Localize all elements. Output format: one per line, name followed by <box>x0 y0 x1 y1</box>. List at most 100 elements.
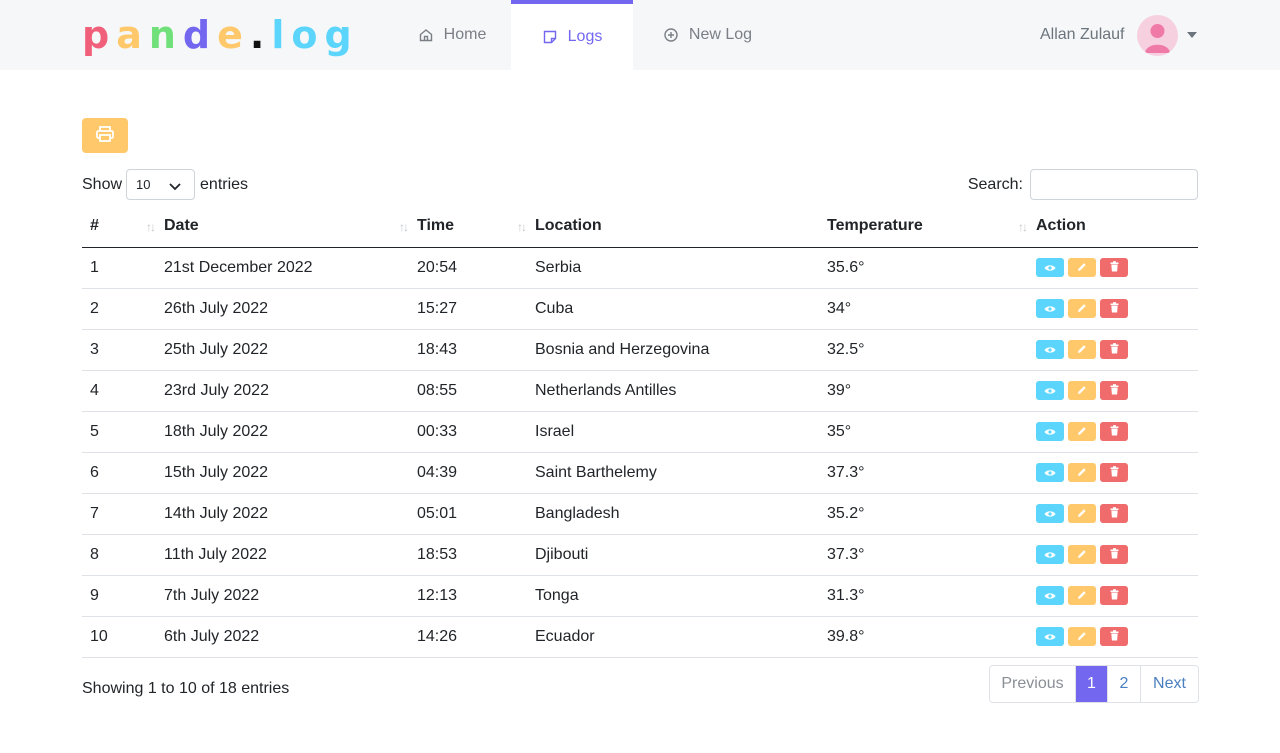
user-menu[interactable]: Allan Zulauf <box>1040 14 1197 56</box>
view-button[interactable] <box>1036 422 1064 441</box>
edit-button[interactable] <box>1068 258 1096 277</box>
table-row: 8 11th July 2022 18:53 Djibouti 37.3° <box>82 534 1198 576</box>
avatar[interactable] <box>1136 14 1178 56</box>
eye-icon <box>1044 465 1056 480</box>
nav-home[interactable]: Home <box>392 0 512 70</box>
pagination-page-1[interactable]: 1 <box>1075 666 1107 702</box>
logo-letter: n <box>148 13 183 57</box>
trash-icon <box>1110 342 1119 357</box>
delete-button[interactable] <box>1100 422 1128 441</box>
table-row: 5 18th July 2022 00:33 Israel 35° <box>82 411 1198 453</box>
delete-button[interactable] <box>1100 627 1128 646</box>
print-button[interactable] <box>82 118 128 153</box>
cell-location: Ecuador <box>535 616 827 658</box>
table-row: 10 6th July 2022 14:26 Ecuador 39.8° <box>82 616 1198 658</box>
cell-temperature: 34° <box>827 288 1036 330</box>
user-name: Allan Zulauf <box>1040 26 1125 43</box>
cell-number: 2 <box>82 288 164 330</box>
search-input[interactable] <box>1030 169 1198 200</box>
table-info: Showing 1 to 10 of 18 entries <box>82 680 290 697</box>
entries-select-value: 10 <box>136 177 151 192</box>
view-button[interactable] <box>1036 299 1064 318</box>
view-button[interactable] <box>1036 258 1064 277</box>
sort-icon[interactable]: ↑↓ <box>146 220 156 234</box>
pagination-next[interactable]: Next <box>1140 666 1198 702</box>
cell-location: Israel <box>535 411 827 453</box>
delete-button[interactable] <box>1100 381 1128 400</box>
cell-location: Serbia <box>535 247 827 289</box>
column-header-number[interactable]: # ↑↓ <box>82 206 164 248</box>
table-row: 2 26th July 2022 15:27 Cuba 34° <box>82 288 1198 330</box>
logs-table: # ↑↓ Date ↑↓ Time ↑↓ Location Temperature ↑↓… <box>82 206 1198 658</box>
table-row: 3 25th July 2022 18:43 Bosnia and Herzegovi… <box>82 329 1198 371</box>
edit-button[interactable] <box>1068 299 1096 318</box>
cell-date: 18th July 2022 <box>164 411 417 453</box>
cell-date: 6th July 2022 <box>164 616 417 658</box>
cell-temperature: 37.3° <box>827 452 1036 494</box>
delete-button[interactable] <box>1100 545 1128 564</box>
pencil-icon <box>1077 301 1087 316</box>
table-header-row: # ↑↓ Date ↑↓ Time ↑↓ Location Temperature ↑↓… <box>82 206 1198 248</box>
eye-icon <box>1044 342 1056 357</box>
cell-date: 7th July 2022 <box>164 575 417 617</box>
edit-button[interactable] <box>1068 504 1096 523</box>
view-button[interactable] <box>1036 381 1064 400</box>
column-header-time[interactable]: Time ↑↓ <box>417 206 535 248</box>
cell-actions <box>1036 247 1198 289</box>
pencil-icon <box>1077 342 1087 357</box>
logo-letter: l <box>271 13 292 57</box>
pencil-icon <box>1077 588 1087 603</box>
pencil-icon <box>1077 260 1087 275</box>
delete-button[interactable] <box>1100 463 1128 482</box>
view-button[interactable] <box>1036 340 1064 359</box>
brand-logo[interactable]: pande.log <box>82 14 359 56</box>
cell-location: Tonga <box>535 575 827 617</box>
sort-icon[interactable]: ↑↓ <box>517 220 527 234</box>
edit-button[interactable] <box>1068 422 1096 441</box>
entries-select[interactable]: 10 <box>126 169 196 200</box>
pagination-previous[interactable]: Previous <box>990 666 1075 702</box>
edit-button[interactable] <box>1068 586 1096 605</box>
pagination-page-2[interactable]: 2 <box>1107 666 1140 702</box>
view-button[interactable] <box>1036 545 1064 564</box>
cell-actions <box>1036 288 1198 330</box>
cell-date: 25th July 2022 <box>164 329 417 371</box>
edit-button[interactable] <box>1068 545 1096 564</box>
delete-button[interactable] <box>1100 586 1128 605</box>
cell-time: 18:43 <box>417 329 535 371</box>
view-button[interactable] <box>1036 627 1064 646</box>
edit-button[interactable] <box>1068 381 1096 400</box>
eye-icon <box>1044 260 1056 275</box>
edit-button[interactable] <box>1068 627 1096 646</box>
sort-icon[interactable]: ↑↓ <box>399 220 409 234</box>
top-navbar: pande.log Home Logs New Log Allan Zulauf <box>0 0 1280 70</box>
view-button[interactable] <box>1036 463 1064 482</box>
trash-icon <box>1110 588 1119 603</box>
sort-icon[interactable]: ↑↓ <box>1018 220 1028 234</box>
cell-actions <box>1036 493 1198 535</box>
cell-location: Saint Barthelemy <box>535 452 827 494</box>
delete-button[interactable] <box>1100 299 1128 318</box>
eye-icon <box>1044 588 1056 603</box>
pencil-icon <box>1077 547 1087 562</box>
column-header-date[interactable]: Date ↑↓ <box>164 206 417 248</box>
nav-new-log[interactable]: New Log <box>645 0 770 70</box>
cell-date: 14th July 2022 <box>164 493 417 535</box>
edit-button[interactable] <box>1068 463 1096 482</box>
delete-button[interactable] <box>1100 258 1128 277</box>
view-button[interactable] <box>1036 504 1064 523</box>
table-row: 6 15th July 2022 04:39 Saint Barthelemy 37.3… <box>82 452 1198 494</box>
cell-number: 1 <box>82 247 164 289</box>
cell-temperature: 39° <box>827 370 1036 412</box>
table-search: Search: <box>968 169 1198 200</box>
delete-button[interactable] <box>1100 504 1128 523</box>
view-button[interactable] <box>1036 586 1064 605</box>
delete-button[interactable] <box>1100 340 1128 359</box>
column-header-temperature[interactable]: Temperature ↑↓ <box>827 206 1036 248</box>
edit-button[interactable] <box>1068 340 1096 359</box>
chevron-down-icon[interactable] <box>1186 32 1197 38</box>
cell-actions <box>1036 411 1198 453</box>
nav-logs[interactable]: Logs <box>511 0 633 70</box>
entries-length: Show 10 entries <box>82 169 248 200</box>
trash-icon <box>1110 547 1119 562</box>
